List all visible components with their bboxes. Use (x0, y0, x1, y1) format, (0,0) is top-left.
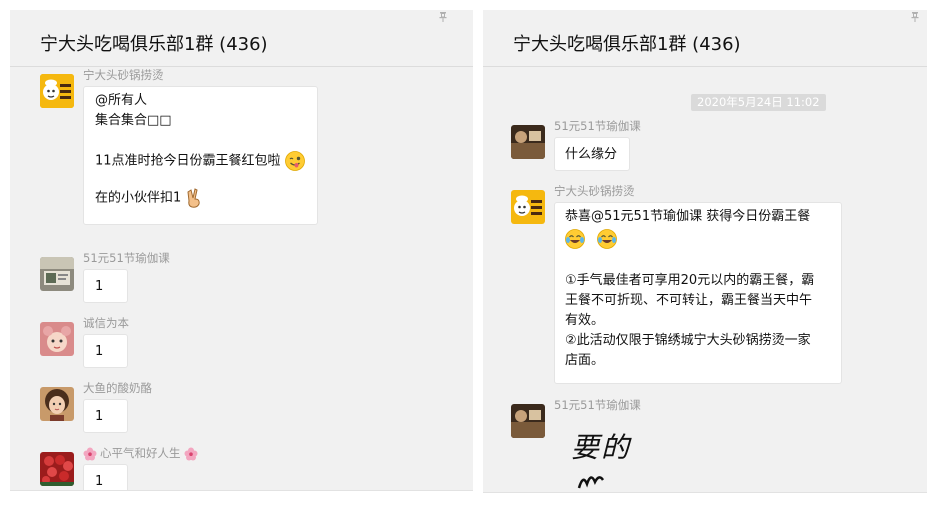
message-bubble[interactable]: 1 (83, 269, 128, 303)
sender-name: 宁大头砂锅捞烫 (554, 184, 635, 198)
message-line: ②此活动仅限于锦绣城宁大头砂锅捞烫一家 (565, 333, 811, 348)
sender-name: 51元51节瑜伽课 (554, 119, 641, 133)
avatar[interactable] (40, 387, 74, 421)
message-text: 1 (95, 474, 104, 489)
sender-name: 51元51节瑜伽课 (83, 251, 170, 265)
pin-icon[interactable] (439, 12, 447, 22)
message-bubble[interactable]: 什么缘分 (554, 137, 630, 171)
sender-name: 大鱼的酸奶酪 (83, 381, 152, 395)
message-bubble[interactable]: 恭喜@51元51节瑜伽课 获得今日份霸王餐 ①手气最佳者可享用20元以内的霸王餐… (554, 202, 842, 384)
avatar[interactable] (511, 125, 545, 159)
chat-header: 宁大头吃喝俱乐部1群 (436) (10, 10, 473, 67)
message-text: 1 (95, 409, 104, 424)
message-bubble[interactable]: @所有人 集合集合□□ 11点准时抢今日份霸王餐红包啦 在的小伙伴扣1 (83, 86, 318, 225)
winking-tongue-emoji-icon (284, 151, 305, 171)
chat-title: 宁大头吃喝俱乐部1群 (436) (513, 34, 741, 55)
sticker-text: 要的 (571, 431, 632, 464)
tears-of-joy-emoji-icon (565, 229, 585, 249)
message-line: 王餐不可折现、不可转让，霸王餐当天中午 (565, 293, 813, 308)
message-line: @所有人 (95, 93, 148, 108)
message-line: 集合集合□□ (95, 113, 172, 128)
victory-hand-icon (187, 187, 201, 208)
message-bubble[interactable]: 1 (83, 399, 128, 433)
message-bubble[interactable]: 1 (83, 464, 128, 490)
chat-panel-left: 宁大头吃喝俱乐部1群 (436) 宁大头砂锅捞烫 @所有人 集合集合□□ 11点… (10, 10, 473, 491)
message-line-text: 在的小伙伴扣1 (95, 190, 182, 205)
message-line: ①手气最佳者可享用20元以内的霸王餐，霸 (565, 273, 815, 288)
chat-panel-right: 宁大头吃喝俱乐部1群 (436) 2020年5月24日 11:02 51元51节… (483, 10, 927, 493)
sender-name-text: 心平气和好人生 (100, 446, 181, 460)
sticker-scribble-icon (577, 476, 605, 489)
message-line (565, 227, 841, 253)
message-line: 11点准时抢今日份霸王餐红包啦 (95, 151, 317, 172)
sender-name: 诚信为本 (83, 316, 129, 330)
sticker-message[interactable]: 要的 (571, 426, 651, 492)
timestamp-label: 2020年5月24日 11:02 (691, 94, 826, 111)
avatar[interactable] (40, 257, 74, 291)
avatar[interactable] (511, 404, 545, 438)
message-line: 店面。 (565, 353, 605, 368)
avatar[interactable] (40, 452, 74, 486)
sender-name: 51元51节瑜伽课 (554, 398, 641, 412)
avatar[interactable] (40, 74, 74, 108)
tears-of-joy-emoji-icon (597, 229, 618, 249)
message-line: 有效。 (565, 313, 605, 328)
avatar[interactable] (511, 190, 545, 224)
message-text: 1 (95, 279, 104, 294)
cherry-blossom-icon (83, 447, 97, 460)
message-line: 恭喜@51元51节瑜伽课 获得今日份霸王餐 (565, 209, 811, 224)
chat-title: 宁大头吃喝俱乐部1群 (436) (40, 34, 268, 55)
cherry-blossom-icon (184, 447, 197, 460)
message-text: 什么缘分 (565, 147, 618, 162)
message-bubble[interactable]: 1 (83, 334, 128, 368)
pin-icon[interactable] (911, 12, 919, 22)
chat-header: 宁大头吃喝俱乐部1群 (436) (483, 10, 927, 67)
message-text: 1 (95, 344, 104, 359)
message-line: 在的小伙伴扣1 (95, 187, 317, 209)
sender-name: 心平气和好人生 (83, 445, 201, 461)
sender-name: 宁大头砂锅捞烫 (83, 68, 164, 82)
message-line-text: 11点准时抢今日份霸王餐红包啦 (95, 153, 281, 169)
avatar[interactable] (40, 322, 74, 356)
